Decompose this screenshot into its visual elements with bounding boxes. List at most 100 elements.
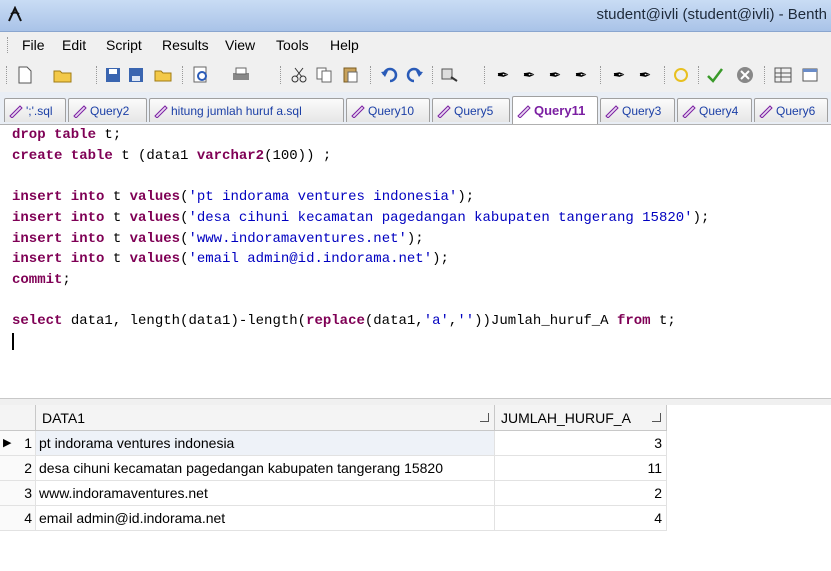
- sql-keyword: values: [129, 251, 181, 268]
- tab-label: Query10: [368, 103, 415, 118]
- sql-text: t: [104, 230, 130, 247]
- explain-plan-icon[interactable]: ✒: [544, 64, 566, 86]
- tab-label: ';'.sql: [26, 103, 53, 118]
- save-icon[interactable]: [102, 64, 124, 86]
- tab-semicolon-sql[interactable]: ';'.sql: [4, 98, 66, 122]
- undo-icon[interactable]: [378, 64, 400, 86]
- sort-icon[interactable]: [480, 413, 489, 422]
- toolbar: ✒ ✒ ✒ ✒ ✒ ✒: [0, 58, 831, 93]
- menu-help[interactable]: Help: [330, 37, 359, 53]
- sql-text: t;: [96, 127, 122, 143]
- tab-query10[interactable]: Query10: [346, 98, 430, 122]
- row-number[interactable]: 3: [0, 481, 36, 506]
- table-cell[interactable]: 4: [495, 506, 667, 531]
- menu-bar: File Edit Script Results View Tools Help: [0, 32, 831, 58]
- tab-query2[interactable]: Query2: [68, 98, 147, 122]
- tab-query5[interactable]: Query5: [432, 98, 510, 122]
- app-logo-icon: [8, 6, 22, 22]
- sql-text: );: [692, 209, 710, 226]
- sql-text: data1, length(data1)-length(: [62, 313, 307, 330]
- open-icon[interactable]: [152, 64, 174, 86]
- text-cursor: [12, 333, 14, 350]
- menu-file[interactable]: File: [22, 37, 45, 53]
- column-header-jumlah-huruf-a[interactable]: JUMLAH_HURUF_A: [495, 405, 667, 431]
- commit-icon[interactable]: [704, 64, 726, 86]
- sql-text: t;: [650, 313, 676, 330]
- query-icon: [605, 104, 619, 118]
- table-cell[interactable]: desa cihuni kecamatan pagedangan kabupat…: [36, 456, 495, 481]
- redo-icon[interactable]: [404, 64, 426, 86]
- column-header-data1[interactable]: DATA1: [36, 405, 495, 431]
- tab-label: hitung jumlah huruf a.sql: [171, 103, 302, 118]
- tab-query4[interactable]: Query4: [677, 98, 752, 122]
- format-icon[interactable]: ✒: [608, 64, 630, 86]
- table-cell[interactable]: email admin@id.indorama.net: [36, 506, 495, 531]
- toolbar-separator: [600, 66, 601, 84]
- table-cell[interactable]: 3: [495, 431, 667, 456]
- sql-keyword: values: [129, 189, 181, 206]
- table-cell[interactable]: 11: [495, 456, 667, 481]
- paste-icon[interactable]: [340, 64, 362, 86]
- results-grid[interactable]: DATA1 JUMLAH_HURUF_A ▶ 1 pt indorama vent…: [0, 405, 831, 571]
- sql-window-icon[interactable]: [800, 64, 822, 86]
- row-number[interactable]: 2: [0, 456, 36, 481]
- menu-script[interactable]: Script: [106, 37, 142, 53]
- menu-view[interactable]: View: [225, 37, 255, 53]
- copy-icon[interactable]: [314, 64, 336, 86]
- sql-string: 'www.indoramaventures.net': [188, 230, 407, 247]
- format-alt-icon[interactable]: ✒: [634, 64, 656, 86]
- sort-icon[interactable]: [652, 413, 661, 422]
- sql-line: insert into t values('www.indoramaventur…: [12, 231, 424, 247]
- query-icon: [517, 104, 531, 118]
- rollback-icon[interactable]: [734, 64, 756, 86]
- execute-script-icon[interactable]: ✒: [518, 64, 540, 86]
- sql-keyword: insert into: [12, 209, 105, 226]
- sql-text: t (data1: [112, 147, 197, 164]
- sql-text: t: [104, 251, 130, 268]
- toolbar-separator: [764, 66, 765, 84]
- window-title: student@ivli (student@ivli) - Benth: [596, 6, 827, 23]
- sql-keyword: insert into: [12, 230, 105, 247]
- execute-icon[interactable]: ✒: [492, 64, 514, 86]
- sql-string: 'pt indorama ventures indonesia': [188, 189, 458, 206]
- sql-line: select data1, length(data1)-length(repla…: [12, 313, 676, 329]
- find-icon[interactable]: [440, 64, 462, 86]
- transaction-icon[interactable]: [670, 64, 692, 86]
- tab-label: Query11: [534, 103, 586, 118]
- sql-file-icon: [154, 104, 168, 118]
- sql-string: 'email admin@id.indorama.net': [188, 251, 433, 268]
- cut-icon[interactable]: [288, 64, 310, 86]
- tab-query11[interactable]: Query11: [512, 96, 598, 124]
- row-number[interactable]: ▶ 1: [0, 431, 36, 456]
- new-document-icon[interactable]: [14, 64, 36, 86]
- menu-tools[interactable]: Tools: [276, 37, 309, 53]
- menu-results[interactable]: Results: [162, 37, 209, 53]
- toolbar-separator: [370, 66, 371, 84]
- table-cell[interactable]: www.indoramaventures.net: [36, 481, 495, 506]
- sql-keyword: insert into: [12, 251, 105, 268]
- table-cell[interactable]: pt indorama ventures indonesia: [36, 431, 495, 456]
- format-sql-icon[interactable]: ✒: [570, 64, 592, 86]
- sql-editor[interactable]: drop table t; create table t (data1 varch…: [0, 124, 831, 399]
- tab-query6[interactable]: Query6: [754, 98, 828, 122]
- schema-icon[interactable]: [772, 64, 794, 86]
- tab-label: Query2: [90, 103, 130, 118]
- toolbar-separator: [280, 66, 281, 84]
- sql-line: insert into t values('desa cihuni kecama…: [12, 210, 709, 226]
- sql-text: );: [457, 189, 475, 206]
- save-all-icon[interactable]: [126, 64, 148, 86]
- sql-line: insert into t values('pt indorama ventur…: [12, 189, 474, 205]
- open-folder-icon[interactable]: [52, 64, 74, 86]
- table-cell[interactable]: 2: [495, 481, 667, 506]
- print-icon[interactable]: [230, 64, 252, 86]
- sql-string: 'a': [423, 313, 449, 330]
- menu-edit[interactable]: Edit: [62, 37, 86, 53]
- sql-keyword: from: [616, 313, 651, 330]
- print-preview-icon[interactable]: [190, 64, 212, 86]
- column-header-label: DATA1: [42, 410, 86, 426]
- tab-hitung-jumlah-huruf[interactable]: hitung jumlah huruf a.sql: [149, 98, 344, 122]
- sql-text: ))Jumlah_huruf_A: [474, 313, 617, 330]
- tab-query3[interactable]: Query3: [600, 98, 675, 122]
- toolbar-separator: [432, 66, 433, 84]
- row-number[interactable]: 4: [0, 506, 36, 531]
